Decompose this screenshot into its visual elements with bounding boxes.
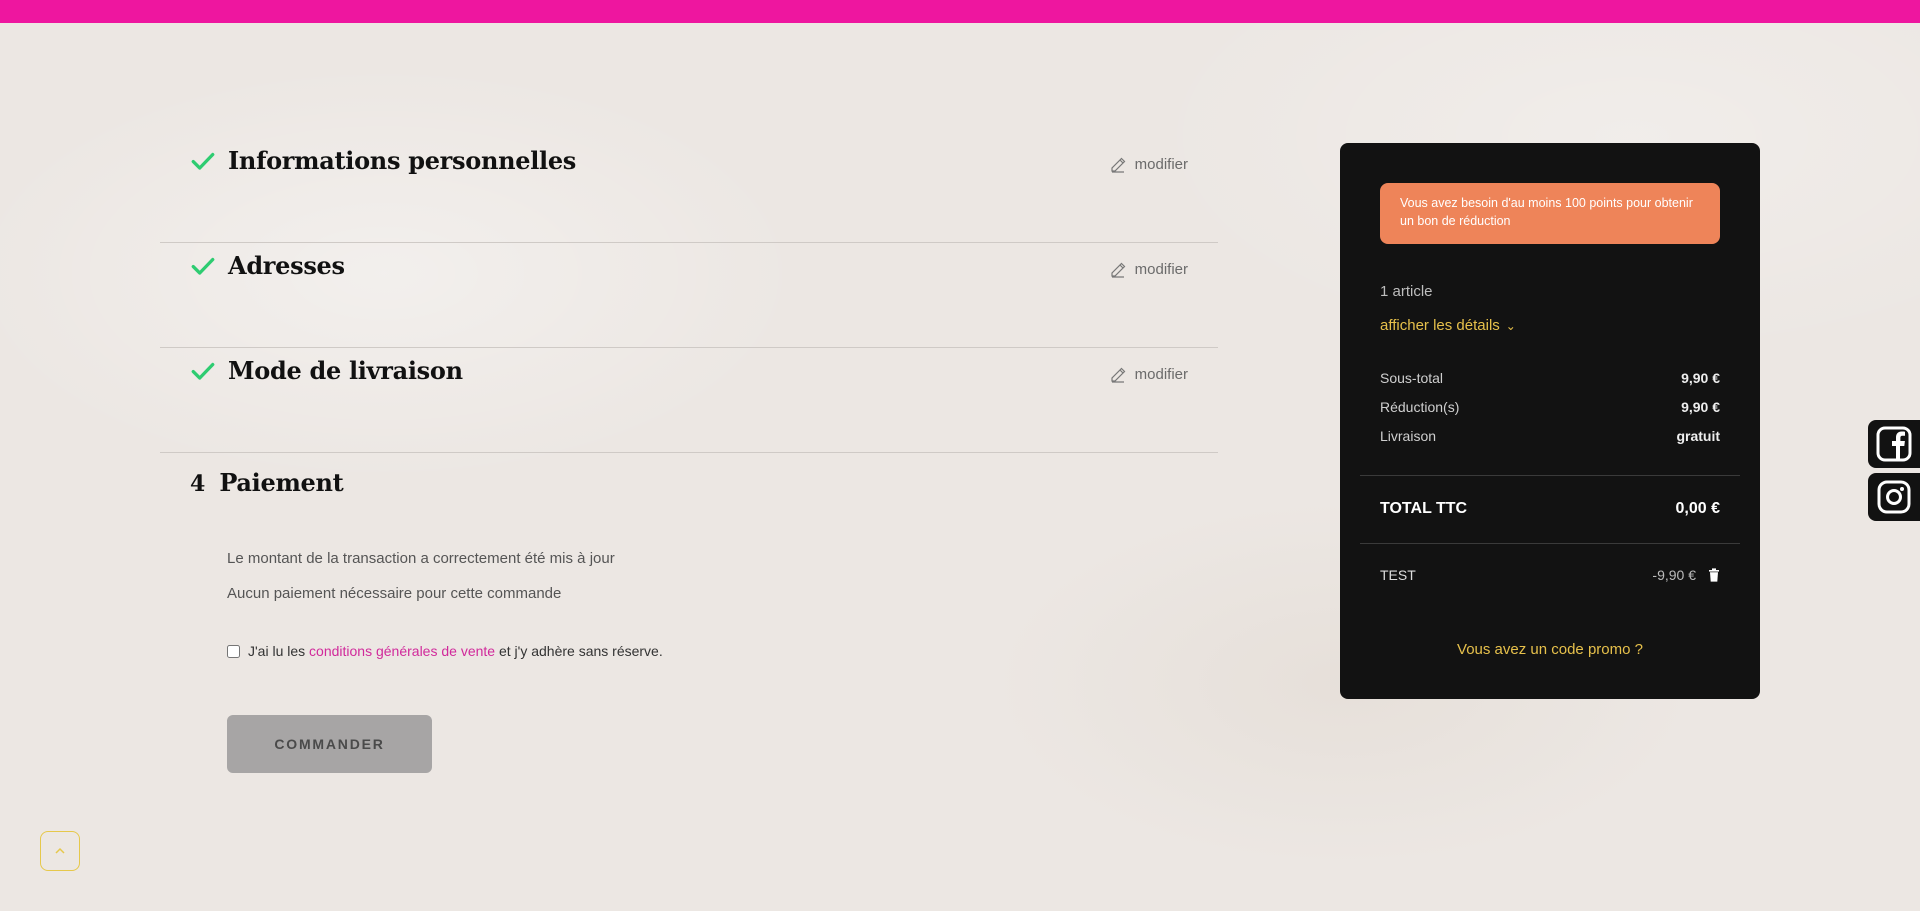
discount-label: Réduction(s) — [1380, 399, 1460, 415]
payment-message-updated: Le montant de la transaction a correctem… — [227, 550, 615, 567]
divider — [1360, 543, 1740, 544]
edit-shipping-link[interactable]: modifier — [1110, 366, 1188, 383]
step-heading: Adresses — [228, 251, 345, 280]
pencil-icon — [1111, 262, 1125, 278]
discount-value: 9,90 € — [1681, 399, 1720, 415]
voucher-value: -9,90 € — [1652, 567, 1696, 583]
subtotal-row: Sous-total 9,90 € — [1380, 370, 1720, 386]
terms-suffix: et j'y adhère sans réserve. — [498, 643, 663, 659]
shipping-label: Livraison — [1380, 428, 1437, 444]
cart-summary: Vous avez besoin d'au moins 100 points p… — [1340, 143, 1760, 699]
instagram-icon — [1877, 480, 1911, 514]
show-details-label: afficher les détails — [1380, 317, 1500, 334]
instagram-link[interactable] — [1868, 473, 1920, 521]
discount-row: Réduction(s) 9,90 € — [1380, 399, 1720, 415]
subtotal-label: Sous-total — [1380, 370, 1444, 386]
promo-code-link[interactable]: Vous avez un code promo ? — [1340, 641, 1760, 658]
pencil-icon — [1111, 157, 1125, 173]
total-value: 0,00 € — [1675, 500, 1720, 517]
trash-icon[interactable] — [1708, 568, 1720, 582]
check-icon — [191, 152, 215, 170]
facebook-icon — [1876, 426, 1912, 462]
check-icon — [191, 362, 215, 380]
step-title: Adresses — [190, 251, 345, 280]
step-heading: Paiement — [219, 468, 344, 497]
terms-link[interactable]: conditions générales de vente — [309, 643, 495, 659]
edit-personal-info-link[interactable]: modifier — [1110, 156, 1188, 173]
step-payment-title: 4 Paiement — [190, 468, 344, 497]
order-button[interactable]: COMMANDER — [227, 715, 432, 773]
edit-addresses-link[interactable]: modifier — [1110, 261, 1188, 278]
payment-message-none-required: Aucun paiement nécessaire pour cette com… — [227, 585, 562, 602]
show-details-toggle[interactable]: afficher les détails ⌄ — [1380, 317, 1516, 334]
edit-label: modifier — [1134, 366, 1188, 383]
edit-label: modifier — [1134, 261, 1188, 278]
step-personal-info: Informations personnelles modifier — [160, 138, 1218, 243]
step-number: 4 — [190, 471, 206, 497]
facebook-link[interactable] — [1868, 420, 1920, 468]
voucher-name: TEST — [1380, 567, 1416, 583]
shipping-row: Livraison gratuit — [1380, 428, 1720, 444]
shipping-value: gratuit — [1676, 428, 1720, 444]
check-icon — [191, 257, 215, 275]
voucher-amount: -9,90 € — [1652, 567, 1720, 583]
step-addresses: Adresses modifier — [160, 243, 1218, 348]
terms-agreement: J'ai lu les conditions générales de vent… — [227, 643, 663, 659]
back-to-top-button[interactable] — [40, 831, 80, 871]
item-count: 1 article — [1380, 283, 1433, 300]
total-label: TOTAL TTC — [1380, 500, 1468, 517]
divider — [1360, 475, 1740, 476]
step-heading: Mode de livraison — [228, 356, 463, 385]
voucher-row: TEST -9,90 € — [1380, 567, 1720, 583]
step-title: Mode de livraison — [190, 356, 463, 385]
terms-prefix: J'ai lu les — [248, 643, 306, 659]
points-alert: Vous avez besoin d'au moins 100 points p… — [1380, 183, 1720, 244]
total-row: TOTAL TTC 0,00 € — [1380, 500, 1720, 518]
terms-checkbox[interactable] — [227, 644, 240, 658]
step-title: Informations personnelles — [190, 146, 576, 175]
subtotal-value: 9,90 € — [1681, 370, 1720, 386]
step-heading: Informations personnelles — [228, 146, 577, 175]
pencil-icon — [1111, 367, 1125, 383]
chevron-up-icon — [55, 847, 65, 854]
edit-label: modifier — [1134, 156, 1188, 173]
checkout-steps: Informations personnelles modifier Adres… — [160, 138, 1218, 773]
chevron-down-icon: ⌄ — [1505, 319, 1516, 333]
step-shipping-method: Mode de livraison modifier — [160, 348, 1218, 453]
top-bar — [0, 0, 1920, 23]
